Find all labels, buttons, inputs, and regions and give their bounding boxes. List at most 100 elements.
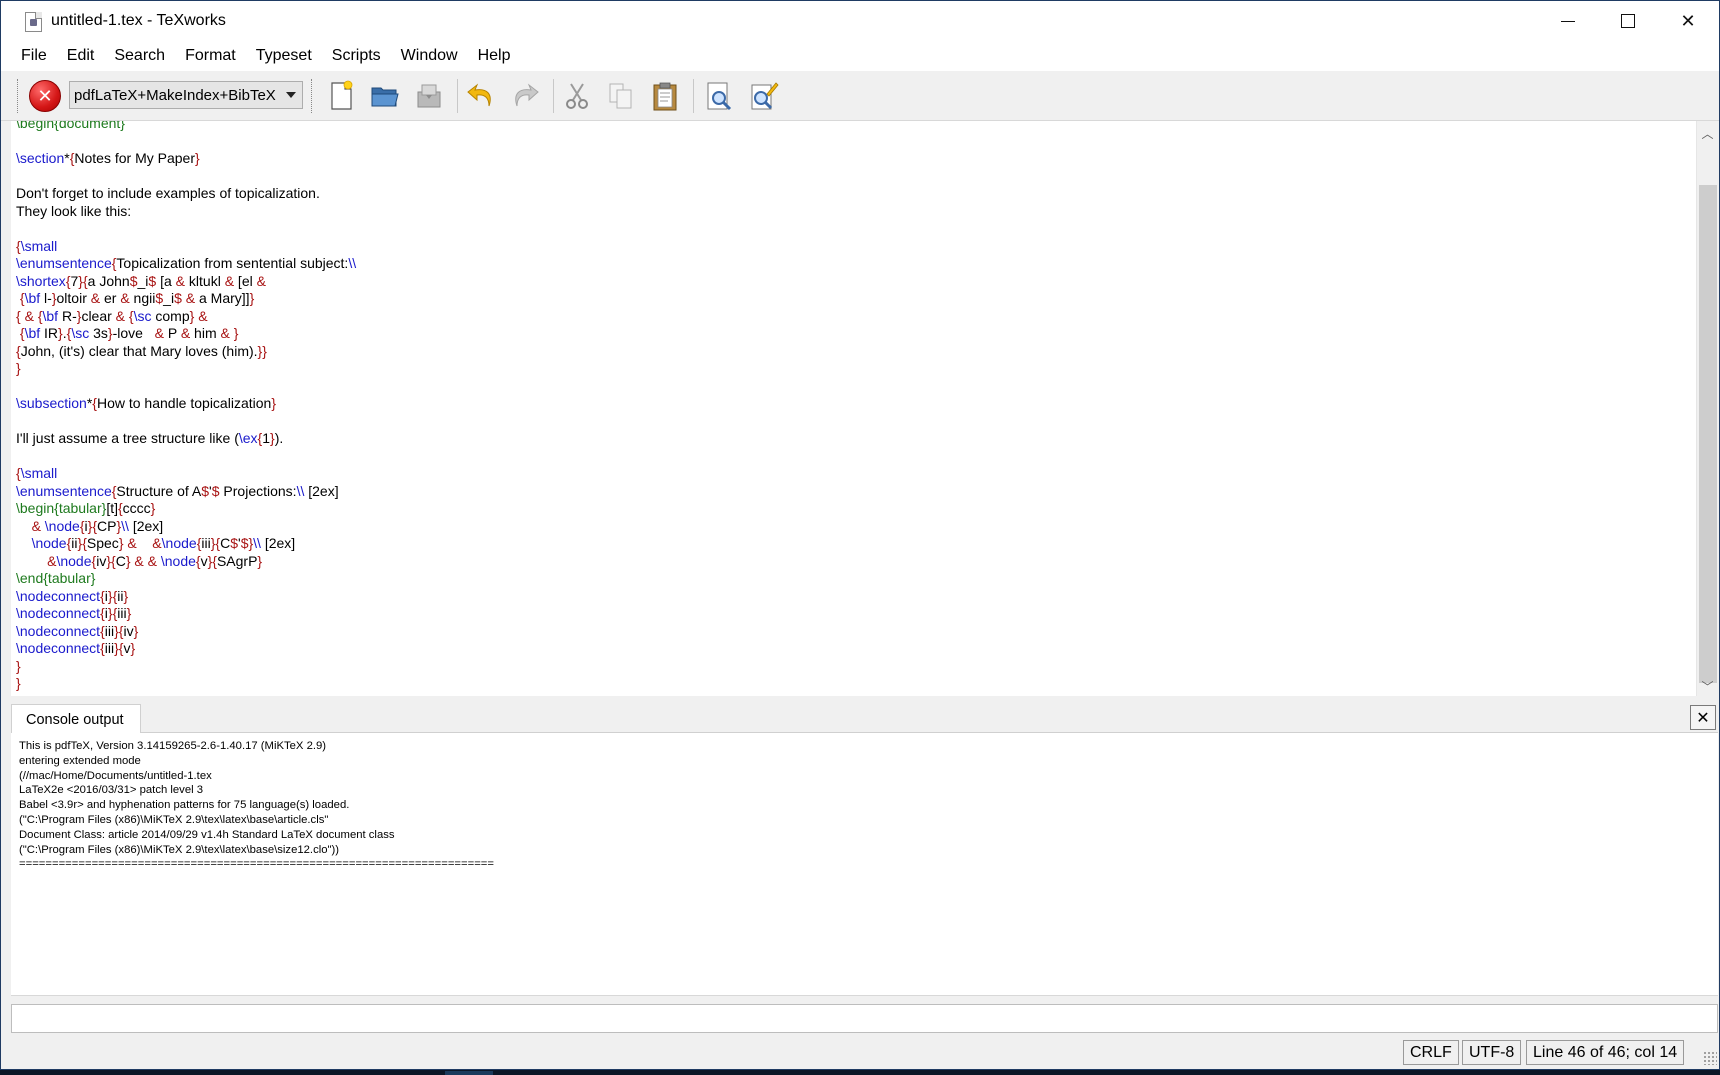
- editor-line[interactable]: & \node{i}{CP}\\ [2ex]: [16, 518, 356, 536]
- menu-help[interactable]: Help: [468, 41, 521, 71]
- editor-line[interactable]: [16, 168, 356, 186]
- editor-scrollbar[interactable]: ︿ ﹀: [1696, 121, 1718, 696]
- console-line: entering extended mode: [19, 754, 141, 767]
- text-token: How to handle topicalization: [96, 395, 272, 411]
- editor-scrollbar-thumb[interactable]: [1699, 185, 1717, 683]
- save-icon[interactable]: [413, 80, 445, 112]
- editor-line[interactable]: [16, 220, 356, 238]
- editor-line[interactable]: {\small: [16, 465, 356, 483]
- source-editor[interactable]: \begin{document} \section*{Notes for My …: [11, 121, 1718, 696]
- syntax-token-kw: \small: [20, 237, 58, 254]
- editor-line[interactable]: &\node{iv}{C} & & \node{v}{SAgrP}: [16, 553, 356, 571]
- text-token: I'll just assume a tree structure like (: [16, 430, 239, 446]
- console-line: Babel <3.9r> and hyphenation patterns fo…: [19, 799, 350, 812]
- undo-icon[interactable]: [465, 80, 497, 112]
- syntax-token-br: &: [134, 552, 144, 569]
- editor-line[interactable]: \enumsentence{Topicalization from senten…: [16, 255, 356, 273]
- minimize-button[interactable]: [1538, 1, 1598, 41]
- find-replace-icon[interactable]: [747, 80, 779, 112]
- toolbar-grip-2[interactable]: [311, 79, 314, 113]
- syntax-token-br: &: [90, 290, 101, 306]
- syntax-token-br: }{: [107, 587, 118, 604]
- editor-line[interactable]: \nodeconnect{iii}{iv}: [16, 623, 356, 641]
- editor-line[interactable]: {\bf IR}.{\sc 3s}-love & P & him & }: [16, 325, 356, 343]
- editor-line[interactable]: \nodeconnect{iii}{v}: [16, 640, 356, 658]
- editor-line[interactable]: I'll just assume a tree structure like (…: [16, 430, 356, 448]
- editor-line[interactable]: [16, 413, 356, 431]
- typeset-engine-select[interactable]: pdfLaTeX+MakeIndex+BibTeX: [69, 81, 303, 109]
- editor-line[interactable]: { & {\bf R-}clear & {\sc comp} &: [16, 308, 356, 326]
- editor-line[interactable]: [16, 133, 356, 151]
- toolbar-grip[interactable]: [17, 79, 20, 113]
- redo-icon[interactable]: [509, 80, 541, 112]
- scroll-down-icon[interactable]: ﹀: [1697, 676, 1718, 696]
- menu-edit[interactable]: Edit: [57, 41, 105, 71]
- line-ending-indicator[interactable]: CRLF: [1403, 1040, 1459, 1065]
- text-token: Projections:: [219, 482, 297, 499]
- text-token: [2ex]: [128, 517, 164, 534]
- editor-line[interactable]: \enumsentence{Structure of A$'$ Projecti…: [16, 483, 356, 501]
- syntax-token-br: }: [123, 587, 129, 604]
- find-icon[interactable]: [703, 80, 735, 112]
- close-window-button[interactable]: ✕: [1658, 1, 1718, 41]
- stop-typeset-button[interactable]: ✕: [29, 80, 61, 112]
- editor-line[interactable]: [16, 378, 356, 396]
- syntax-token-kw: \section: [16, 150, 65, 166]
- editor-line[interactable]: [16, 448, 356, 466]
- editor-line[interactable]: \section*{Notes for My Paper}: [16, 150, 356, 168]
- text-token: cccc: [122, 500, 151, 516]
- encoding-indicator[interactable]: UTF-8: [1462, 1040, 1522, 1065]
- scroll-up-icon[interactable]: ︿: [1697, 123, 1718, 143]
- paste-icon[interactable]: [649, 80, 681, 112]
- menu-format[interactable]: Format: [175, 41, 246, 71]
- text-token: oltoir: [56, 290, 91, 306]
- syntax-token-br: }{: [77, 535, 87, 551]
- syntax-token-br: $: [155, 290, 164, 306]
- new-document-icon[interactable]: [325, 80, 357, 112]
- tab-console-output[interactable]: Console output: [11, 704, 141, 734]
- editor-line[interactable]: }: [16, 360, 356, 378]
- editor-line[interactable]: {\bf l-}oltoir & er & ngii$_i$ & a Mary]…: [16, 290, 356, 308]
- editor-text[interactable]: \begin{document} \section*{Notes for My …: [16, 121, 356, 693]
- syntax-token-br: &: [152, 535, 162, 551]
- editor-line[interactable]: \begin{tabular}[t]{cccc}: [16, 500, 356, 518]
- editor-line[interactable]: }: [16, 658, 356, 676]
- menu-scripts[interactable]: Scripts: [322, 41, 391, 71]
- open-folder-icon[interactable]: [369, 80, 401, 112]
- menu-typeset[interactable]: Typeset: [246, 41, 322, 71]
- syntax-token-kw: \nodeconnect: [16, 605, 101, 621]
- cut-icon[interactable]: [561, 80, 593, 112]
- text-token: comp: [151, 307, 190, 324]
- editor-line[interactable]: Don't forget to include examples of topi…: [16, 185, 356, 203]
- editor-line[interactable]: }: [16, 675, 356, 693]
- close-icon: ✕: [1696, 708, 1710, 727]
- status-bar: CRLF UTF-8 Line 46 of 46; col 14: [1, 1037, 1719, 1067]
- syntax-token-env: \begin{tabular}: [16, 500, 107, 516]
- editor-line[interactable]: \shortex{7}{a John$_i$ [a & kltukl & [el…: [16, 273, 356, 291]
- editor-line[interactable]: {John, (it's) clear that Mary loves (him…: [16, 343, 356, 361]
- editor-line[interactable]: \nodeconnect{i}{ii}: [16, 588, 356, 606]
- editor-line[interactable]: \end{tabular}: [16, 570, 356, 588]
- close-console-button[interactable]: ✕: [1690, 705, 1716, 730]
- typeset-engine-value: pdfLaTeX+MakeIndex+BibTeX: [74, 86, 276, 104]
- syntax-token-env: \end{tabular}: [16, 570, 96, 586]
- editor-line[interactable]: \nodeconnect{i}{iii}: [16, 605, 356, 623]
- copy-icon[interactable]: [605, 80, 637, 112]
- maximize-button[interactable]: [1598, 1, 1658, 41]
- syntax-token-br: &: [154, 325, 164, 341]
- editor-line[interactable]: They look like this:: [16, 203, 356, 221]
- resize-grip-icon[interactable]: [1703, 1051, 1717, 1065]
- stop-icon: ✕: [37, 85, 53, 107]
- menu-search[interactable]: Search: [104, 41, 175, 71]
- console-input-field[interactable]: [11, 1004, 1718, 1033]
- syntax-token-br: &: [115, 307, 126, 324]
- menu-window[interactable]: Window: [391, 41, 468, 71]
- editor-line[interactable]: \node{ii}{Spec} & &\node{iii}{C$'$}\\ [2…: [16, 535, 356, 553]
- menu-file[interactable]: File: [11, 41, 57, 71]
- syntax-token-br: }: [16, 657, 21, 674]
- editor-line[interactable]: \subsection*{How to handle topicalizatio…: [16, 395, 356, 413]
- editor-line[interactable]: \begin{document}: [16, 121, 356, 133]
- editor-line[interactable]: {\small: [16, 238, 356, 256]
